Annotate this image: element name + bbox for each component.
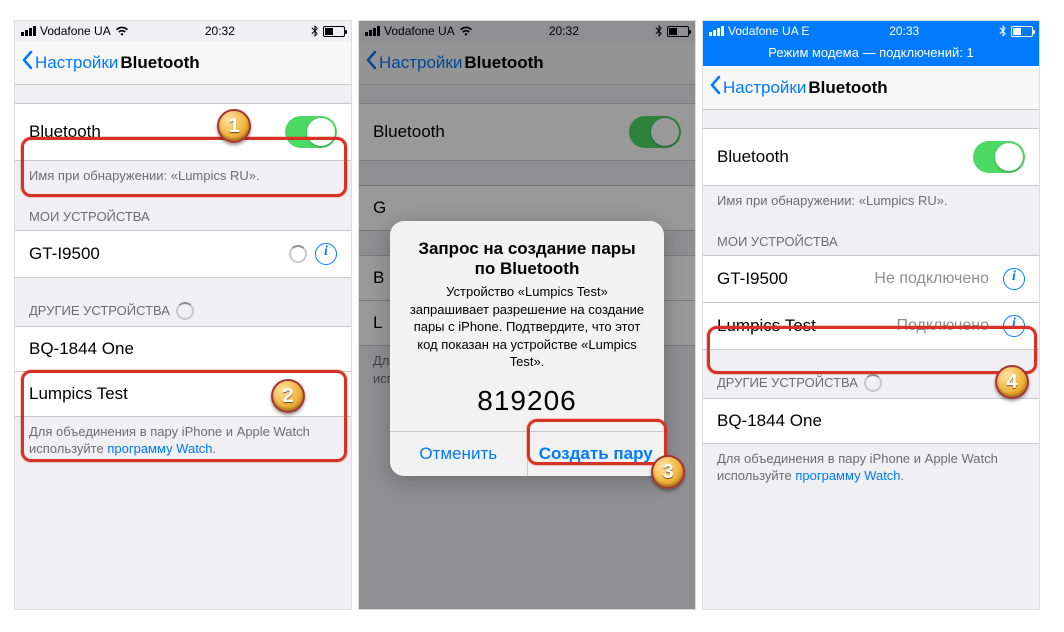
bluetooth-toggle-row[interactable]: Bluetooth — [15, 103, 351, 161]
my-devices-header: МОИ УСТРОЙСТВА — [15, 209, 351, 230]
discoverable-footer: Имя при обнаружении: «Lumpics RU». — [15, 161, 351, 185]
wifi-icon — [115, 26, 129, 36]
back-button[interactable]: Настройки — [709, 75, 806, 100]
bluetooth-icon — [311, 25, 319, 37]
signal-icon — [21, 26, 36, 36]
carrier-label: Vodafone UA — [40, 24, 111, 38]
back-label: Настройки — [35, 53, 118, 73]
chevron-left-icon — [709, 75, 721, 100]
device-row[interactable]: BQ-1844 One — [703, 398, 1039, 444]
screen-3: Vodafone UA E 20:33 Режим модема — подкл… — [702, 20, 1040, 610]
info-icon[interactable] — [1003, 268, 1025, 290]
bluetooth-label: Bluetooth — [29, 122, 101, 142]
bluetooth-toggle[interactable] — [285, 116, 337, 148]
discoverable-footer: Имя при обнаружении: «Lumpics RU». — [703, 186, 1039, 210]
back-button[interactable]: Настройки — [21, 50, 118, 75]
screen-1: Vodafone UA 20:32 Настройки Bluetooth Bl… — [14, 20, 352, 610]
pairing-code: 819206 — [406, 385, 648, 417]
status-bar: Vodafone UA 20:32 — [15, 21, 351, 41]
back-label: Настройки — [723, 78, 806, 98]
spinner-icon — [864, 374, 882, 392]
device-row[interactable]: Lumpics Test — [15, 372, 351, 417]
carrier-label: Vodafone UA E — [728, 24, 809, 38]
battery-icon — [323, 26, 345, 37]
watch-footer: Для объединения в пару iPhone и Apple Wa… — [703, 444, 1039, 485]
nav-bar: Настройки Bluetooth — [703, 66, 1039, 110]
pairing-alert: Запрос на создание пары по Bluetooth Уст… — [390, 221, 664, 476]
alert-title: Запрос на создание пары по Bluetooth — [406, 239, 648, 279]
watch-link[interactable]: программу Watch — [795, 468, 900, 483]
bluetooth-label: Bluetooth — [717, 147, 789, 167]
device-row[interactable]: BQ-1844 One — [15, 326, 351, 372]
spinner-icon — [176, 302, 194, 320]
watch-link[interactable]: программу Watch — [107, 441, 212, 456]
alert-message: Устройство «Lumpics Test» запрашивает ра… — [406, 283, 648, 371]
info-icon[interactable] — [1003, 315, 1025, 337]
device-status: Подключено — [896, 317, 989, 335]
pair-button[interactable]: Создать пару — [527, 432, 665, 476]
device-row[interactable]: Lumpics Test Подключено — [703, 303, 1039, 350]
device-row[interactable]: GT-I9500 Не подключено — [703, 255, 1039, 303]
page-title: Bluetooth — [120, 53, 199, 73]
hotspot-banner[interactable]: Режим модема — подключений: 1 — [703, 41, 1039, 66]
device-name: GT-I9500 — [29, 244, 100, 264]
device-row[interactable]: GT-I9500 — [15, 230, 351, 278]
spinner-icon — [289, 245, 307, 263]
cancel-button[interactable]: Отменить — [390, 432, 527, 476]
info-icon[interactable] — [315, 243, 337, 265]
other-devices-header: ДРУГИЕ УСТРОЙСТВА — [703, 374, 1039, 398]
device-name: BQ-1844 One — [29, 339, 134, 359]
device-name: GT-I9500 — [717, 269, 788, 289]
battery-icon — [1011, 26, 1033, 37]
watch-footer: Для объединения в пару iPhone и Apple Wa… — [15, 417, 351, 458]
clock-label: 20:33 — [889, 24, 919, 38]
device-name: Lumpics Test — [717, 316, 816, 336]
device-name: Lumpics Test — [29, 384, 128, 404]
bluetooth-toggle-row[interactable]: Bluetooth — [703, 128, 1039, 186]
bluetooth-icon — [999, 25, 1007, 37]
status-bar: Vodafone UA E 20:33 — [703, 21, 1039, 41]
chevron-left-icon — [21, 50, 33, 75]
screen-2: Vodafone UA 20:32 Настройки Bluetooth Bl… — [358, 20, 696, 610]
device-status: Не подключено — [874, 270, 989, 288]
clock-label: 20:32 — [205, 24, 235, 38]
nav-bar: Настройки Bluetooth — [15, 41, 351, 85]
page-title: Bluetooth — [808, 78, 887, 98]
signal-icon — [709, 26, 724, 36]
my-devices-header: МОИ УСТРОЙСТВА — [703, 234, 1039, 255]
other-devices-header: ДРУГИЕ УСТРОЙСТВА — [15, 302, 351, 326]
device-name: BQ-1844 One — [717, 411, 822, 431]
bluetooth-toggle[interactable] — [973, 141, 1025, 173]
